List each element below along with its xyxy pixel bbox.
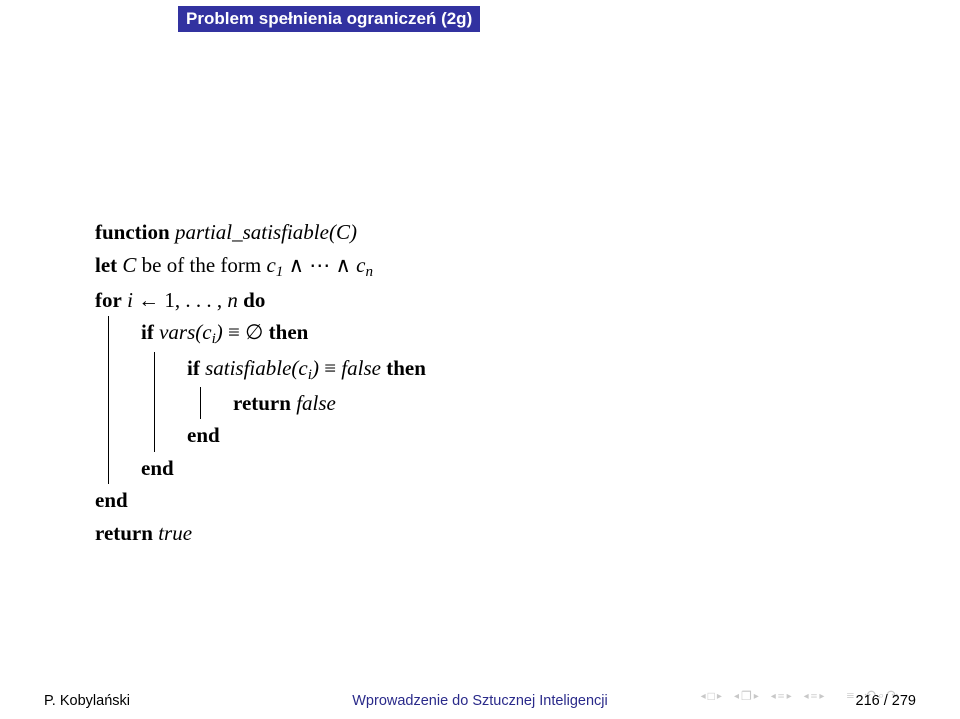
algo-line-3: for i ← 1, . . . , n do	[95, 284, 900, 317]
if1-body: if satisfiable(ci) ≡ false then	[141, 352, 426, 452]
algo-line-4: if vars(ci) ≡ ∅ then	[141, 316, 426, 351]
footer-title: Wprowadzenie do Sztucznej Inteligencji	[352, 693, 608, 709]
var-i: i	[127, 288, 133, 312]
algo-line-1: function partial_satisfiable(C)	[95, 216, 900, 249]
keyword-if-2: if	[187, 356, 200, 380]
keyword-let: let	[95, 253, 117, 277]
algo-line-9: end	[95, 484, 900, 517]
slide-title: Problem spełnienia ograniczeń (2g)	[178, 6, 480, 32]
keyword-end-1: end	[187, 423, 220, 447]
sub-1: 1	[276, 263, 284, 279]
keyword-if-1: if	[141, 320, 154, 344]
keyword-for: for	[95, 288, 122, 312]
algo-line-10: return true	[95, 517, 900, 550]
rule-bar-2	[154, 352, 155, 452]
algo-line-6: return false	[233, 387, 336, 420]
left-arrow: ←	[138, 288, 164, 312]
equiv-empty: ≡ ∅	[228, 320, 269, 344]
keyword-return-1: return	[233, 391, 291, 415]
keyword-do: do	[243, 288, 265, 312]
keyword-then-2: then	[386, 356, 426, 380]
paren-open: (	[329, 220, 336, 244]
algo-line-7: end	[187, 419, 426, 452]
var-n: n	[227, 288, 238, 312]
keyword-then-1: then	[269, 320, 309, 344]
algo-line-2: let C be of the form c1 ∧ ⋯ ∧ cn	[95, 249, 900, 284]
keyword-function: function	[95, 220, 170, 244]
var-C: C	[122, 253, 136, 277]
pc: )	[216, 320, 223, 344]
footer-pages: 216 / 279	[856, 693, 916, 709]
func-name: partial_satisfiable	[175, 220, 329, 244]
sub-n: n	[365, 263, 373, 279]
algo-line-8: end	[141, 452, 426, 485]
equiv: ≡	[324, 356, 341, 380]
footer-author: P. Kobylański	[44, 693, 130, 709]
text-be-of-form: be of the form	[142, 253, 262, 277]
vars-fn: vars	[159, 320, 195, 344]
paren-close: )	[350, 220, 357, 244]
keyword-end-2: end	[141, 456, 174, 480]
conj-dots: ∧ ⋯ ∧	[289, 253, 357, 277]
ci2: c	[298, 356, 307, 380]
satisfiable-fn: satisfiable	[205, 356, 291, 380]
false-lit-2: false	[296, 391, 336, 415]
algo-line-5: if satisfiable(ci) ≡ false then	[187, 352, 426, 387]
keyword-end-3: end	[95, 488, 128, 512]
rule-bar-1	[108, 316, 109, 484]
c1: c	[266, 253, 275, 277]
rule-bar-3	[200, 387, 201, 420]
algorithm-block: function partial_satisfiable(C) let C be…	[95, 216, 900, 549]
if2-body: return false	[187, 387, 426, 420]
footer: P. Kobylański Wprowadzenie do Sztucznej …	[0, 693, 960, 709]
func-arg: C	[336, 220, 350, 244]
pc2: )	[312, 356, 319, 380]
keyword-return-2: return	[95, 521, 153, 545]
range-text: 1, . . . ,	[164, 288, 227, 312]
true-lit: true	[158, 521, 192, 545]
for-body: if vars(ci) ≡ ∅ then if satisfiable	[95, 316, 900, 484]
slide: Problem spełnienia ograniczeń (2g) funct…	[0, 0, 960, 719]
ci: c	[202, 320, 211, 344]
false-lit-1: false	[341, 356, 381, 380]
